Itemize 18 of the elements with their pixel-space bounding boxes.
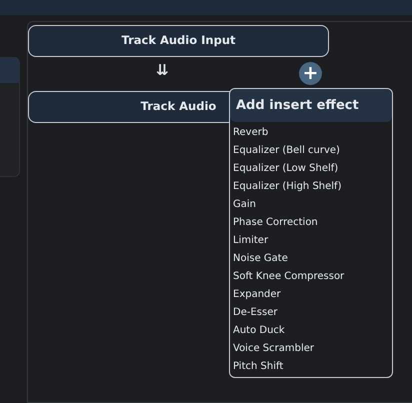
menu-item[interactable]: Phase Correction <box>230 214 392 232</box>
menu-item[interactable]: De-Esser <box>230 304 392 322</box>
menu-item[interactable]: Equalizer (Bell curve) <box>230 142 392 160</box>
menu-item[interactable]: Expander <box>230 286 392 304</box>
track-input-button[interactable]: Track Audio Input <box>28 25 329 57</box>
menu-item[interactable]: Noise Gate <box>230 250 392 268</box>
flow-arrow-icon: ⇊ <box>156 63 169 78</box>
menu-item[interactable]: Limiter <box>230 232 392 250</box>
menu-title: Add insert effect <box>230 89 392 122</box>
menu-item[interactable]: Voice Scrambler <box>230 340 392 358</box>
menu-item[interactable]: Equalizer (Low Shelf) <box>230 160 392 178</box>
menu-item[interactable]: Equalizer (High Shelf) <box>230 178 392 196</box>
menu-item[interactable]: Pitch Shift <box>230 358 392 376</box>
menu-item[interactable]: Gain <box>230 196 392 214</box>
menu-item[interactable]: Reverb <box>230 124 392 142</box>
add-button[interactable]: + <box>299 62 322 85</box>
menu-item[interactable]: Auto Duck <box>230 322 392 340</box>
menu-item[interactable]: Soft Knee Compressor <box>230 268 392 286</box>
